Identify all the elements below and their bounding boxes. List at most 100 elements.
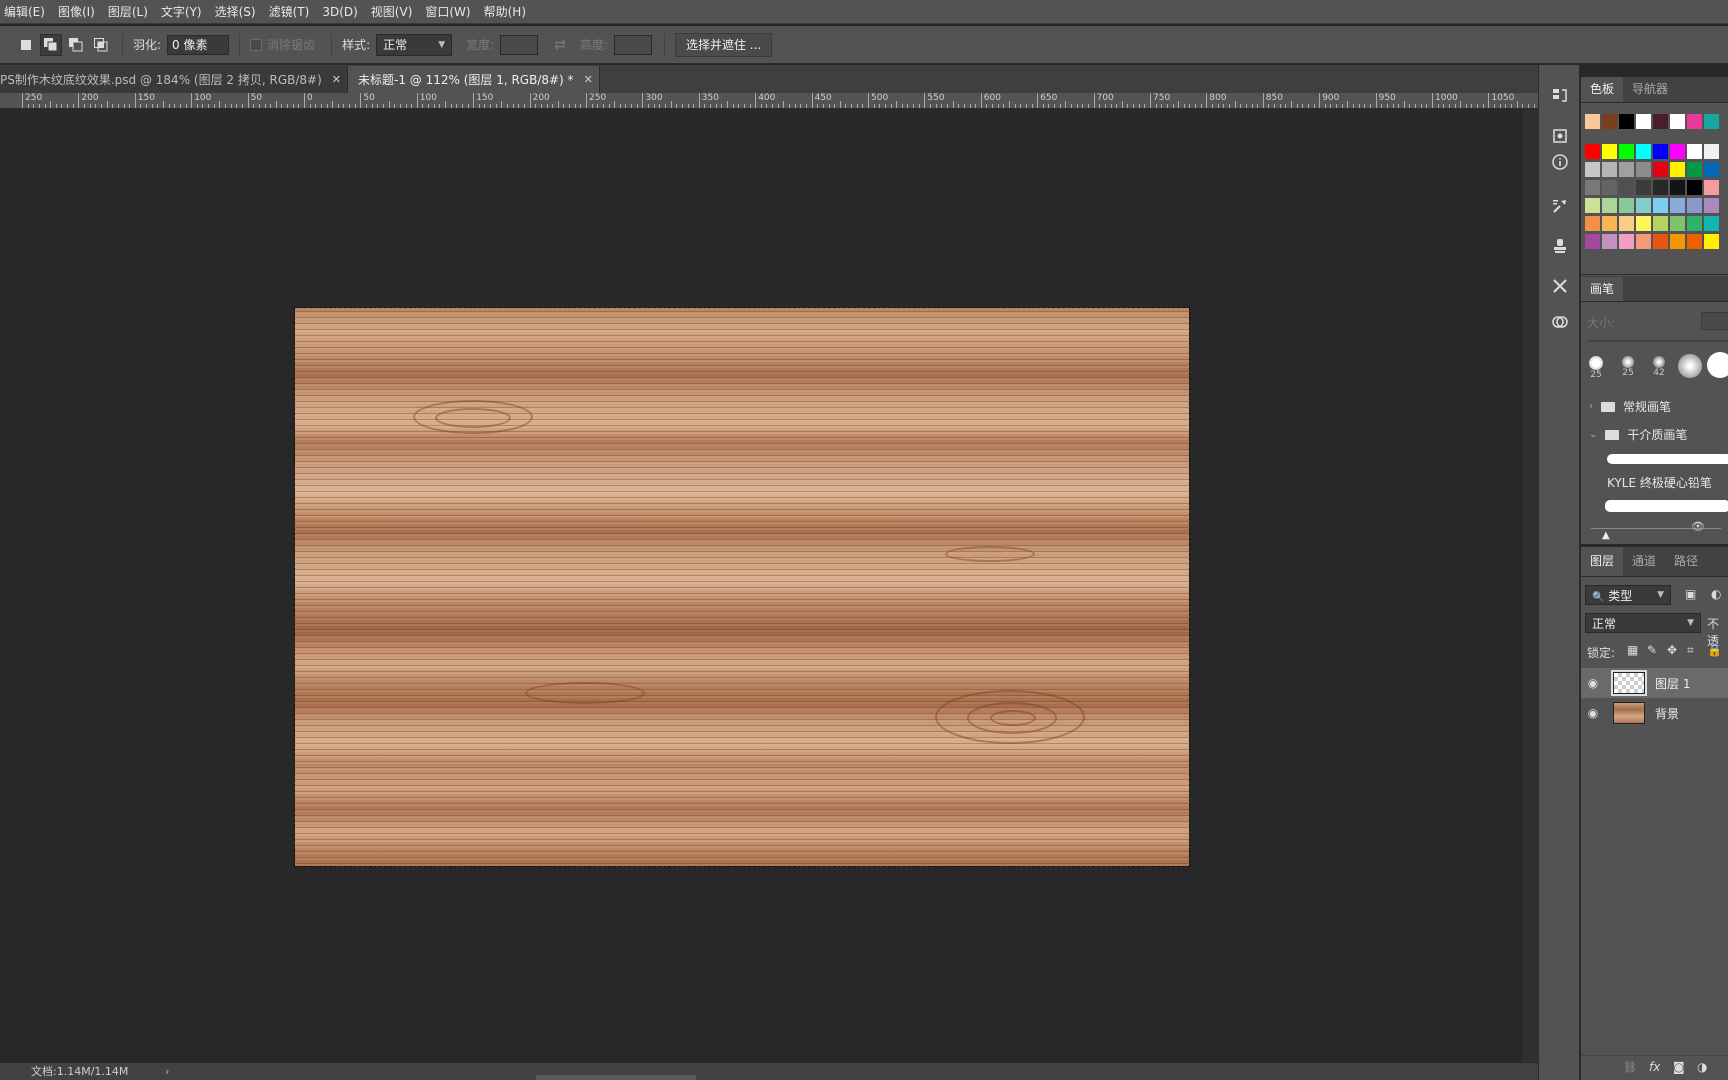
swatch[interactable] [1653,180,1668,195]
swatch[interactable] [1653,216,1668,231]
libraries-icon[interactable] [1549,313,1571,335]
swatch[interactable] [1670,234,1685,249]
swatch[interactable] [1585,162,1600,177]
menu-edit[interactable]: 编辑(E) [0,0,53,24]
swatch[interactable] [1653,114,1668,129]
menu-type[interactable]: 文字(Y) [156,0,210,24]
swatch[interactable] [1602,144,1617,159]
brush-tip[interactable]: 42 [1646,356,1672,378]
fx-icon[interactable]: fx [1649,1060,1660,1074]
swatch[interactable] [1602,198,1617,213]
status-menu-arrow-icon[interactable]: › [165,1063,169,1080]
horizontal-scrollbar-thumb[interactable] [536,1075,696,1080]
swatch[interactable] [1602,216,1617,231]
menu-image[interactable]: 图像(I) [53,0,103,24]
swatch[interactable] [1602,234,1617,249]
swatch[interactable] [1670,216,1685,231]
tab-brushes[interactable]: 画笔 [1581,277,1624,301]
swap-arrows-icon[interactable]: ⇄ [554,37,566,53]
swatch[interactable] [1619,162,1634,177]
swatch[interactable] [1653,234,1668,249]
new-selection-icon[interactable] [15,34,37,56]
swatch[interactable] [1687,180,1702,195]
swatch[interactable] [1653,144,1668,159]
brush-tip[interactable]: 25 [1583,356,1609,380]
brush-settings-icon[interactable] [1549,197,1571,219]
history-icon[interactable] [1549,87,1571,109]
lock-all-icon[interactable]: 🔒 [1707,643,1722,657]
swatch[interactable] [1670,144,1685,159]
close-icon[interactable]: ✕ [584,67,593,93]
swatch[interactable] [1670,162,1685,177]
swatch[interactable] [1619,144,1634,159]
add-selection-icon[interactable] [40,33,62,56]
lock-move-icon[interactable]: ✥ [1667,643,1677,657]
lock-paint-icon[interactable]: ✎ [1647,643,1657,657]
swatch[interactable] [1687,198,1702,213]
tool-presets-icon[interactable] [1549,277,1571,299]
swatch[interactable] [1636,216,1651,231]
swatch[interactable] [1704,114,1719,129]
eye-toggle-icon[interactable]: 👁 [1691,520,1705,533]
swatch[interactable] [1619,198,1634,213]
swatch[interactable] [1636,180,1651,195]
clone-source-icon[interactable] [1549,237,1571,259]
filter-pixel-icon[interactable]: ▣ [1685,587,1696,601]
visibility-eye-icon[interactable]: ◉ [1581,676,1605,690]
swatch[interactable] [1585,114,1600,129]
add-mask-icon[interactable]: ◙ [1673,1060,1685,1074]
swatch[interactable] [1704,234,1719,249]
tab-wood-psd[interactable]: PS制作木纹底纹效果.psd @ 184% (图层 2 拷贝, RGB/8#) … [0,66,348,93]
adjustment-layer-icon[interactable]: ◑ [1697,1060,1707,1074]
brush-tip[interactable] [1677,354,1703,378]
visibility-eye-icon[interactable]: ◉ [1581,706,1605,720]
menu-select[interactable]: 选择(S) [210,0,264,24]
swatch[interactable] [1687,234,1702,249]
swatch[interactable] [1602,180,1617,195]
swatch[interactable] [1636,114,1651,129]
subtract-selection-icon[interactable] [65,34,87,56]
tab-channels[interactable]: 通道 [1623,547,1665,576]
lock-artboard-icon[interactable]: ⌗ [1687,643,1694,658]
properties-icon[interactable] [1549,127,1571,149]
swatch[interactable] [1687,114,1702,129]
layer-row-layer1[interactable]: ◉ 图层 1 [1581,668,1728,698]
swatch[interactable] [1619,234,1634,249]
swatch[interactable] [1636,234,1651,249]
swatch[interactable] [1636,162,1651,177]
swatch[interactable] [1602,114,1617,129]
swatch[interactable] [1670,198,1685,213]
feather-input[interactable]: 0 像素 [167,34,230,55]
swatch[interactable] [1636,198,1651,213]
swatch[interactable] [1687,216,1702,231]
tab-paths[interactable]: 路径 [1665,547,1707,576]
info-icon[interactable] [1549,153,1571,175]
swatch[interactable] [1602,162,1617,177]
swatch[interactable] [1585,216,1600,231]
height-input[interactable] [613,34,652,55]
swatch[interactable] [1585,198,1600,213]
select-and-mask-button[interactable]: 选择并遮住 ... [674,32,773,57]
link-layers-icon[interactable]: ⛓ [1623,1061,1637,1074]
menu-layer[interactable]: 图层(L) [103,0,156,24]
horizontal-ruler[interactable]: 250 200 150 100 50 0 50 100 150 200 250 300 350 400 45… [0,93,1538,109]
width-input[interactable] [500,34,539,55]
wood-texture-canvas[interactable] [295,308,1189,866]
swatch[interactable] [1619,180,1634,195]
swatch[interactable] [1704,162,1719,177]
brush-size-slider[interactable] [1587,340,1728,342]
swatch[interactable] [1704,216,1719,231]
blend-mode-select[interactable]: 正常 ▼ [1585,613,1701,633]
tab-swatches[interactable]: 色板 [1581,77,1624,102]
swatch[interactable] [1653,162,1668,177]
menu-filter[interactable]: 滤镜(T) [264,0,318,24]
swatch[interactable] [1585,180,1600,195]
brush-group-general[interactable]: › 常规画笔 [1589,398,1671,415]
brush-size-input[interactable] [1701,312,1728,330]
menu-3d[interactable]: 3D(D) [317,0,365,24]
swatch[interactable] [1670,180,1685,195]
tab-navigator[interactable]: 导航器 [1623,77,1677,102]
tab-untitled-1[interactable]: 未标题-1 @ 112% (图层 1, RGB/8#) * ✕ [347,66,600,93]
swatch[interactable] [1585,234,1600,249]
intersect-selection-icon[interactable] [90,34,112,56]
